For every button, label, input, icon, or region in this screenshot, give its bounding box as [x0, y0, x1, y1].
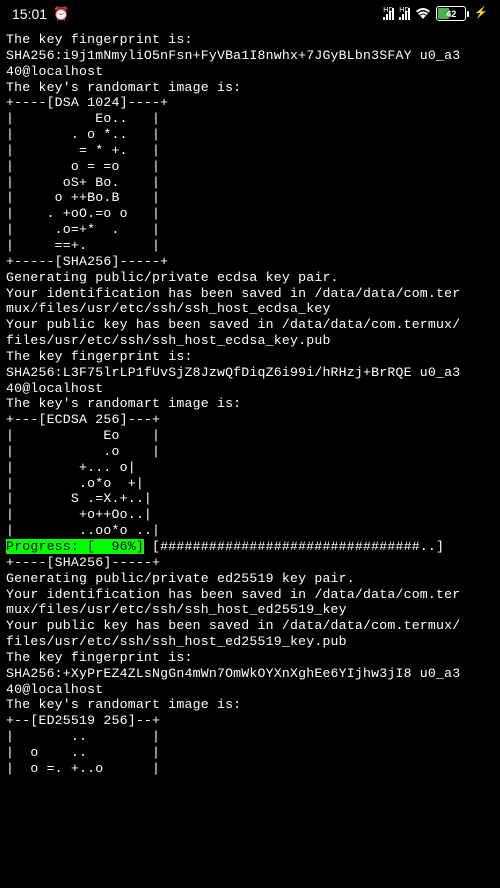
alarm-icon: ⏰ [53, 6, 69, 22]
clock-time: 15:01 [12, 6, 47, 23]
terminal-output[interactable]: The key fingerprint is: SHA256:i9j1mNmyl… [0, 28, 500, 781]
terminal-line: Generating public/private ed25519 key pa… [6, 571, 355, 586]
terminal-line: The key's randomart image is: [6, 80, 241, 95]
progress-indicator: Progress: [ 96%] [6, 539, 144, 554]
terminal-line: | o =. +..o | [6, 761, 160, 776]
terminal-line: | Eo | [6, 428, 160, 443]
terminal-line: | ==+. | [6, 238, 160, 253]
terminal-line: The key fingerprint is: [6, 650, 193, 665]
terminal-line: Your public key has been saved in /data/… [6, 618, 460, 633]
terminal-line: The key fingerprint is: [6, 32, 193, 47]
terminal-line: | .. | [6, 729, 160, 744]
terminal-line: | o .. | [6, 745, 160, 760]
status-right: HD HD 42 ⚡ [383, 6, 488, 23]
terminal-line: Your identification has been saved in /d… [6, 286, 460, 301]
terminal-line: The key's randomart image is: [6, 396, 241, 411]
terminal-line: Your public key has been saved in /data/… [6, 317, 460, 332]
terminal-line: files/usr/etc/ssh/ssh_host_ecdsa_key.pub [6, 333, 331, 348]
terminal-line: | +... o| [6, 460, 136, 475]
terminal-line: | . o *.. | [6, 127, 160, 142]
terminal-line: 40@localhost [6, 381, 103, 396]
terminal-line: SHA256:L3F75lrLP1fUvSjZ8JzwQfDiqZ6i99i/h… [6, 365, 460, 380]
terminal-line: 40@localhost [6, 682, 103, 697]
terminal-line: +---[ECDSA 256]---+ [6, 412, 160, 427]
terminal-line: | Eo.. | [6, 111, 160, 126]
status-bar: 15:01 ⏰ HD HD [0, 0, 500, 28]
terminal-line: | S .=X.+..| [6, 491, 152, 506]
terminal-line: | oS+ Bo. | [6, 175, 160, 190]
terminal-line: The key fingerprint is: [6, 349, 193, 364]
terminal-line: | ..oo*o ..| [6, 523, 160, 538]
terminal-line: | o = =o | [6, 159, 160, 174]
signal-2: HD [399, 8, 410, 20]
terminal-line: +--[ED25519 256]--+ [6, 713, 160, 728]
terminal-line: | . +oO.=o o | [6, 206, 160, 221]
status-left: 15:01 ⏰ [12, 6, 69, 23]
terminal-line: SHA256:+XyPrEZ4ZLsNgGn4mWn7OmWkOYXnXghEe… [6, 666, 460, 681]
terminal-line: 40@localhost [6, 64, 103, 79]
terminal-line: | +o++Oo..| [6, 507, 152, 522]
terminal-line: The key's randomart image is: [6, 697, 241, 712]
terminal-line: Generating public/private ecdsa key pair… [6, 270, 339, 285]
terminal-line: files/usr/etc/ssh/ssh_host_ed25519_key.p… [6, 634, 347, 649]
terminal-line: | .o*o +| [6, 476, 144, 491]
terminal-line: +----[SHA256]-----+ [6, 555, 160, 570]
terminal-line: | .o=+* . | [6, 222, 160, 237]
terminal-line: | .o | [6, 444, 160, 459]
terminal-line: mux/files/usr/etc/ssh/ssh_host_ecdsa_key [6, 301, 331, 316]
charging-icon: ⚡ [474, 7, 488, 20]
terminal-line: +----[DSA 1024]----+ [6, 95, 168, 110]
terminal-line: mux/files/usr/etc/ssh/ssh_host_ed25519_k… [6, 602, 347, 617]
terminal-line: Your identification has been saved in /d… [6, 587, 460, 602]
progress-bar: [################################..] [144, 539, 444, 554]
wifi-icon [415, 6, 431, 23]
battery-percent: 42 [437, 9, 465, 20]
terminal-line: +-----[SHA256]-----+ [6, 254, 168, 269]
signal-1: HD [383, 8, 394, 20]
battery-indicator: 42 [436, 6, 469, 21]
terminal-line: | o ++Bo.B | [6, 190, 160, 205]
terminal-line: | = * +. | [6, 143, 160, 158]
terminal-line: SHA256:i9j1mNmyliO5nFsn+FyVBa1I8nwhx+7JG… [6, 48, 460, 63]
